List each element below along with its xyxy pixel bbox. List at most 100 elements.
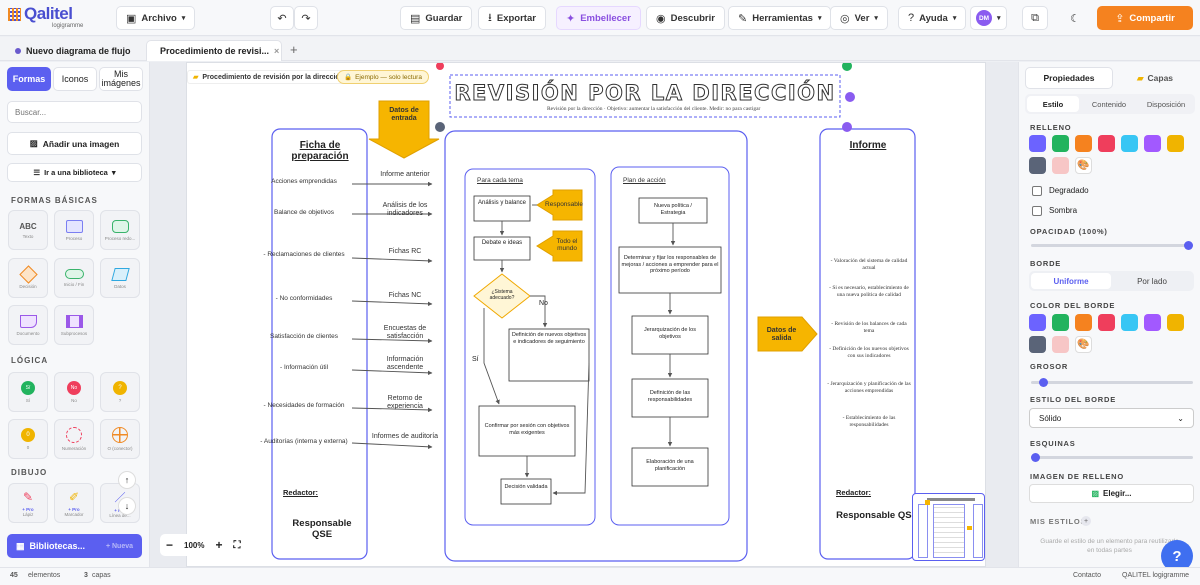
- border-color-swatch[interactable]: [1029, 336, 1046, 353]
- ayuda-menu-button[interactable]: ? Ayuda ▾: [898, 6, 967, 30]
- ficha-title[interactable]: Ficha de preparación: [281, 140, 359, 162]
- input-label[interactable]: Fichas NC: [370, 292, 440, 300]
- logic-zero[interactable]: 00: [8, 419, 48, 459]
- border-color-swatch[interactable]: [1052, 314, 1069, 331]
- tab-capas[interactable]: ▰ Capas: [1115, 67, 1195, 89]
- subtab-contenido[interactable]: Contenido: [1082, 96, 1136, 112]
- logic-connector[interactable]: O (conector): [100, 419, 140, 459]
- informe-item[interactable]: - Establecimiento de las responsabilidad…: [827, 415, 911, 428]
- border-color-swatch[interactable]: [1144, 314, 1161, 331]
- draw-marker[interactable]: ✐ + Pro Marcador: [54, 483, 94, 523]
- add-style-button[interactable]: +: [1081, 516, 1091, 526]
- fill-color-swatch[interactable]: [1052, 135, 1069, 152]
- fill-color-swatch[interactable]: [1029, 157, 1046, 174]
- add-image-button[interactable]: ▨ Añadir una imagen: [7, 132, 142, 155]
- zoom-level[interactable]: 100%: [184, 541, 204, 550]
- ver-menu-button[interactable]: ◎ Ver ▾: [830, 6, 888, 30]
- border-color-swatch[interactable]: [1052, 336, 1069, 353]
- informe-item[interactable]: - Si es necesario, establecimiento de un…: [827, 285, 911, 298]
- logic-yes[interactable]: Sí Sí: [8, 372, 48, 412]
- breadcrumb[interactable]: ▰ Procedimiento de revisión por la direcc…: [187, 70, 350, 84]
- input-label[interactable]: Encuestas de satisfacción: [370, 325, 440, 340]
- user-menu-button[interactable]: DM ▾: [970, 6, 1007, 30]
- input-label[interactable]: Informes de auditoría: [370, 433, 440, 441]
- library-link-button[interactable]: ☰ Ir a una biblioteca ▾: [7, 163, 142, 182]
- diagram-page[interactable]: ▰ Procedimiento de revisión por la direcc…: [186, 62, 986, 567]
- exportar-button[interactable]: ⭳ Exportar: [478, 6, 546, 30]
- border-color-swatch[interactable]: [1167, 314, 1184, 331]
- close-icon[interactable]: ×: [274, 46, 279, 56]
- add-tab-button[interactable]: +: [290, 42, 298, 57]
- shape-text[interactable]: ABC Texto: [8, 210, 48, 250]
- undo-button[interactable]: ↶: [270, 6, 294, 30]
- fill-color-swatch[interactable]: [1098, 135, 1115, 152]
- add-handle-icon[interactable]: [845, 92, 855, 102]
- ficha-item[interactable]: - Reclamaciones de clientes: [239, 251, 369, 259]
- palette-icon[interactable]: 🎨: [1075, 157, 1092, 174]
- canvas-area[interactable]: ▰ Procedimiento de revisión por la direcc…: [150, 62, 1018, 567]
- tab-mis-imagenes[interactable]: Mis imágenes: [99, 67, 143, 91]
- thickness-knob[interactable]: [1038, 378, 1048, 387]
- ficha-item[interactable]: - Información útil: [239, 364, 369, 372]
- herramientas-menu-button[interactable]: ✎ Herramientas ▾: [728, 6, 832, 30]
- draw-pencil[interactable]: ✎ + Pro Lápiz: [8, 483, 48, 523]
- fill-color-swatch[interactable]: [1052, 157, 1069, 174]
- theme-toggle-button[interactable]: ☾: [1062, 6, 1088, 30]
- input-label[interactable]: Información ascendente: [370, 356, 440, 371]
- ficha-item[interactable]: Balance de objetivos: [239, 209, 369, 217]
- shape-document[interactable]: Documento: [8, 305, 48, 345]
- zoom-in-button[interactable]: +: [215, 538, 222, 552]
- fill-color-swatch[interactable]: [1144, 135, 1161, 152]
- tab-procedimiento[interactable]: Procedimiento de revisi... ×: [146, 40, 282, 61]
- informe-item[interactable]: - Jerarquización y planificación de las …: [827, 381, 911, 394]
- scroll-down-button[interactable]: ↓: [118, 497, 136, 515]
- guardar-button[interactable]: ▤ Guardar: [400, 6, 473, 30]
- informe-item[interactable]: - Valoración del sistema de calidad actu…: [827, 258, 911, 271]
- corners-slider[interactable]: [1031, 453, 1193, 462]
- app-logo[interactable]: Qalitel logigramme: [8, 4, 113, 32]
- shadow-checkbox[interactable]: [1032, 206, 1042, 216]
- ficha-item[interactable]: - Auditorías (interna y externa): [239, 438, 369, 446]
- informe-item[interactable]: - Definición de los nuevos objetivos con…: [827, 346, 911, 359]
- thickness-slider[interactable]: [1031, 378, 1193, 387]
- minimap[interactable]: [912, 493, 985, 561]
- informe-title[interactable]: Informe: [827, 140, 909, 151]
- border-color-swatch[interactable]: [1075, 314, 1092, 331]
- corners-knob[interactable]: [1031, 453, 1040, 462]
- gradient-checkbox[interactable]: [1032, 186, 1042, 196]
- input-label[interactable]: Informe anterior: [370, 171, 440, 179]
- embellecer-button[interactable]: ✦ Embellecer: [556, 6, 641, 30]
- logic-no[interactable]: No No: [54, 372, 94, 412]
- shape-decision[interactable]: Decisión: [8, 258, 48, 298]
- present-button[interactable]: ⧉: [1022, 6, 1048, 30]
- logic-numbering[interactable]: Numeración: [54, 419, 94, 459]
- delete-handle-icon[interactable]: [436, 63, 444, 70]
- tab-propiedades[interactable]: Propiedades: [1025, 67, 1113, 89]
- descubrir-button[interactable]: ◉ Descubrir: [646, 6, 725, 30]
- border-per-side-option[interactable]: Por lado: [1112, 273, 1192, 289]
- bibliotecas-button[interactable]: ▦ Bibliotecas... + Nueva: [7, 534, 142, 558]
- collapse-handle-icon[interactable]: [435, 122, 445, 132]
- shape-start-end[interactable]: Inicio / Fin: [54, 258, 94, 298]
- ficha-item[interactable]: - No conformidades: [239, 295, 369, 303]
- search-input[interactable]: [7, 101, 142, 123]
- page-title[interactable]: REVISIÓN POR LA DIRECCIÓN: [453, 81, 837, 106]
- logic-question[interactable]: ??: [100, 372, 140, 412]
- ficha-item[interactable]: Acciones emprendidas: [239, 178, 369, 186]
- choose-image-button[interactable]: ▨ Elegir...: [1029, 484, 1194, 503]
- fit-screen-icon[interactable]: ⛶: [234, 540, 241, 551]
- archivo-menu-button[interactable]: ▣ Archivo ▾: [116, 6, 196, 30]
- input-label[interactable]: Análisis de los indicadores: [370, 202, 440, 217]
- opacity-knob[interactable]: [1184, 241, 1193, 250]
- border-color-swatch[interactable]: [1098, 314, 1115, 331]
- shape-data[interactable]: Datos: [100, 258, 140, 298]
- shape-process[interactable]: Proceso: [54, 210, 94, 250]
- compartir-button[interactable]: ⇪ Compartir: [1097, 6, 1193, 30]
- connect-handle-icon[interactable]: [842, 63, 852, 71]
- fill-color-swatch[interactable]: [1167, 135, 1184, 152]
- shape-subprocess[interactable]: Subprocesos: [54, 305, 94, 345]
- input-label[interactable]: Fichas RC: [370, 248, 440, 256]
- subtab-estilo[interactable]: Estilo: [1027, 96, 1079, 112]
- ficha-item[interactable]: Satisfacción de clientes: [239, 333, 369, 341]
- ficha-item[interactable]: - Necesidades de formación: [239, 402, 369, 410]
